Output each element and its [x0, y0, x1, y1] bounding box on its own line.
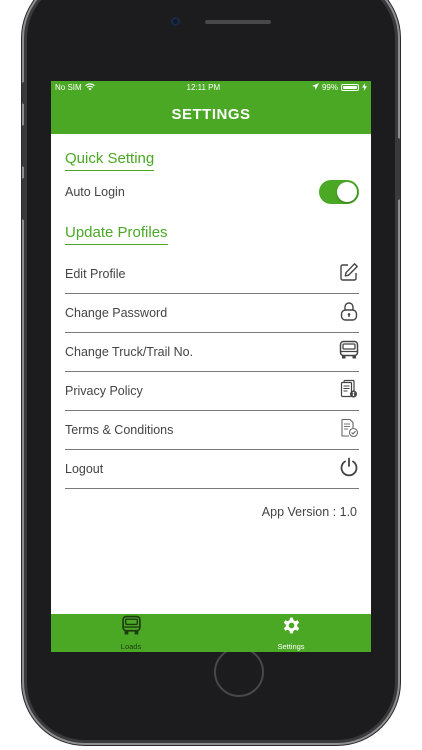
tab-label: Settings	[277, 642, 305, 651]
menu-item-label: Terms & Conditions	[65, 423, 174, 437]
earpiece-speaker	[205, 20, 271, 24]
menu-item-change-truck[interactable]: Change Truck/Trail No.	[65, 333, 359, 372]
menu-item-edit-profile[interactable]: Edit Profile	[65, 255, 359, 294]
quick-setting-heading: Quick Setting	[65, 150, 155, 171]
carrier-label: No SIM	[55, 83, 82, 92]
menu-item-label: Change Truck/Trail No.	[65, 345, 194, 359]
menu-item-label: Logout	[65, 462, 104, 476]
power-icon	[339, 457, 359, 482]
volume-up-button	[22, 125, 26, 167]
front-camera	[171, 17, 180, 26]
auto-login-label: Auto Login	[65, 185, 125, 199]
tab-settings[interactable]: Settings	[211, 614, 371, 652]
profile-menu-list: Edit Profile Change Password Change Truc…	[65, 255, 359, 489]
menu-item-change-password[interactable]: Change Password	[65, 294, 359, 333]
update-profiles-heading: Update Profiles	[65, 224, 168, 245]
menu-item-terms-conditions[interactable]: Terms & Conditions	[65, 411, 359, 450]
tab-loads[interactable]: Loads	[51, 614, 211, 652]
app-version: App Version : 1.0	[261, 505, 357, 519]
navigation-bar: SETTINGS	[51, 94, 371, 134]
gear-icon	[281, 615, 302, 641]
truck-icon	[339, 340, 359, 365]
document-icon	[339, 379, 359, 404]
home-button[interactable]	[214, 647, 264, 697]
menu-item-label: Privacy Policy	[65, 384, 143, 398]
menu-item-logout[interactable]: Logout	[65, 450, 359, 489]
lock-icon	[339, 301, 359, 326]
status-bar: No SIM 12:11 PM 99%	[51, 81, 371, 94]
checked-document-icon	[339, 418, 359, 443]
menu-item-label: Change Password	[65, 306, 168, 320]
battery-level	[343, 86, 357, 89]
wifi-icon	[84, 82, 95, 93]
toggle-knob	[337, 182, 357, 202]
charging-bolt-icon	[362, 82, 367, 93]
auto-login-row: Auto Login	[65, 179, 359, 205]
auto-login-toggle[interactable]	[319, 180, 359, 204]
power-side-button	[396, 138, 400, 200]
app-screen: No SIM 12:11 PM 99% SETTINGS Quick Setti…	[51, 81, 371, 652]
truck-icon	[121, 615, 142, 641]
tab-bar: Loads Settings	[51, 614, 371, 652]
mute-switch	[22, 82, 26, 104]
menu-item-privacy-policy[interactable]: Privacy Policy	[65, 372, 359, 411]
battery-percent: 99%	[321, 83, 338, 92]
status-time: 12:11 PM	[186, 83, 221, 92]
page-title: SETTINGS	[171, 105, 251, 123]
location-arrow-icon	[311, 83, 319, 92]
battery-icon	[341, 84, 359, 91]
tab-label: Loads	[120, 642, 142, 651]
menu-item-label: Edit Profile	[65, 267, 126, 281]
volume-down-button	[22, 178, 26, 220]
edit-icon	[339, 262, 359, 287]
